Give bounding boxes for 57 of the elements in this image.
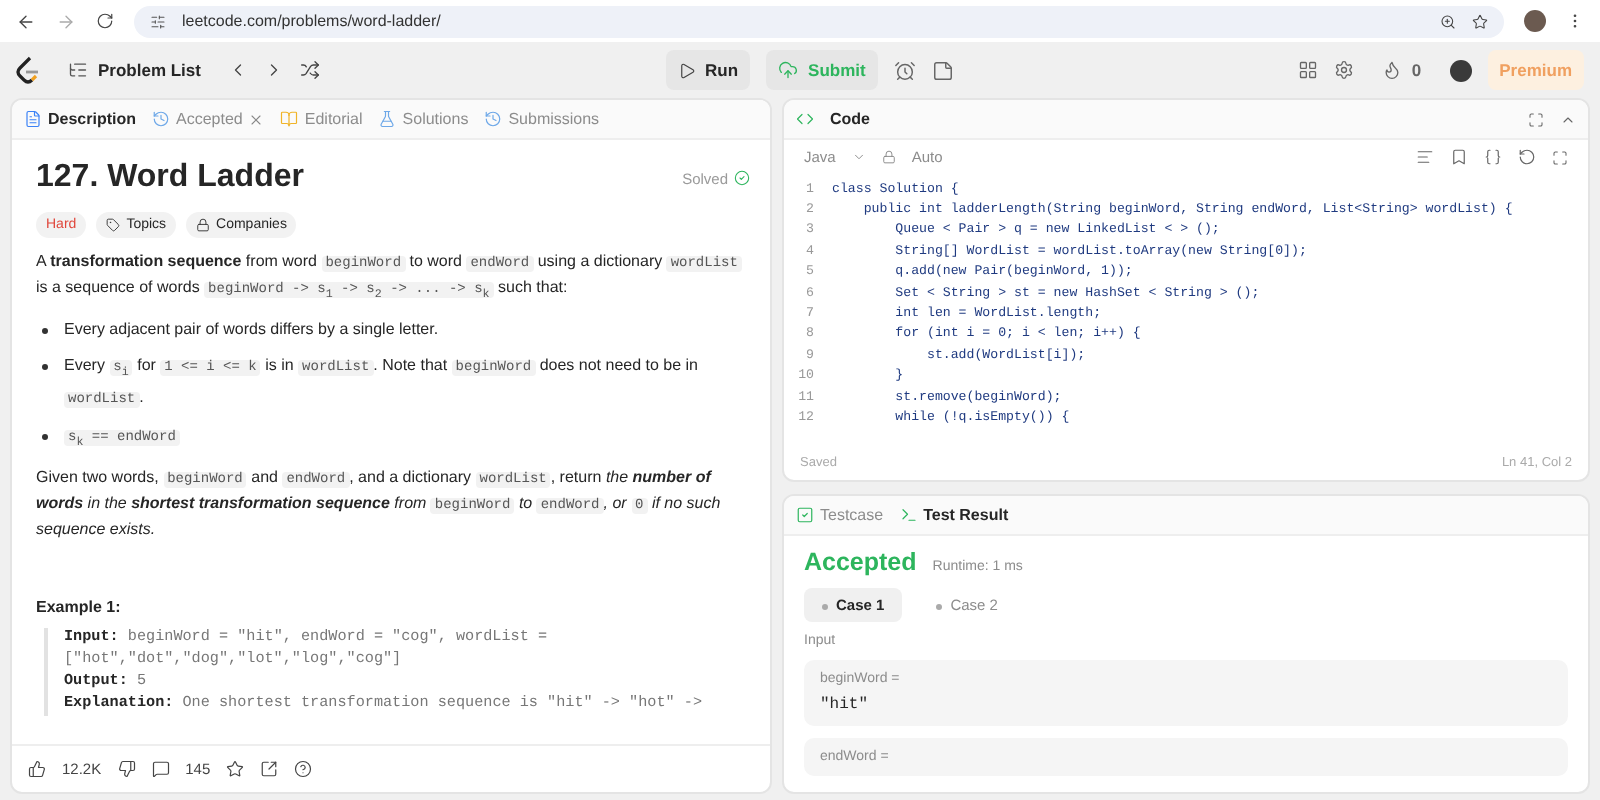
bookmark-icon[interactable]: [1450, 148, 1468, 166]
terminal-icon: [899, 506, 918, 524]
flask-icon: [378, 110, 397, 128]
format-icon[interactable]: [1416, 148, 1434, 166]
close-icon[interactable]: [248, 111, 265, 127]
list-icon: [68, 60, 88, 80]
alarm-clock-icon[interactable]: [893, 59, 916, 81]
lock-icon: [881, 150, 896, 164]
history-icon: [152, 110, 171, 128]
panel-tab[interactable]: Accepted: [152, 110, 265, 128]
book-icon: [280, 110, 299, 128]
back-icon[interactable]: [16, 11, 36, 31]
reload-icon[interactable]: [96, 12, 114, 30]
panel-tab[interactable]: Editorial: [280, 110, 363, 128]
star-icon[interactable]: [226, 760, 245, 778]
reset-icon[interactable]: [1518, 148, 1536, 166]
cloud-upload-icon: [778, 60, 799, 80]
problem-list-button[interactable]: Problem List: [56, 50, 213, 90]
panel-tab[interactable]: Submissions: [484, 110, 600, 128]
problem-title: 127. Word Ladder: [36, 160, 304, 196]
share-icon[interactable]: [260, 760, 279, 778]
url-text: leetcode.com/problems/word-ladder/: [182, 12, 441, 30]
bullet-item: Every adjacent pair of words differs by a single letter.: [36, 318, 750, 343]
flame-icon: [1381, 60, 1402, 80]
thumbs-down-icon[interactable]: [117, 760, 136, 778]
check-circle-icon: [734, 170, 750, 186]
note-icon[interactable]: [931, 59, 954, 81]
history-icon: [484, 110, 503, 128]
shuffle-icon[interactable]: [300, 60, 321, 80]
tag-icon: [106, 218, 121, 232]
comment-icon[interactable]: [151, 760, 170, 778]
thumbs-up-icon[interactable]: [28, 760, 46, 778]
panel-tab[interactable]: Test Result: [899, 506, 1009, 524]
streak-counter[interactable]: 0: [1369, 50, 1434, 90]
logo-icon[interactable]: [16, 56, 40, 84]
address-bar[interactable]: leetcode.com/problems/word-ladder/: [134, 5, 1504, 37]
code-icon: [796, 110, 814, 128]
play-icon: [677, 61, 696, 79]
panel-tab[interactable]: Solutions: [378, 110, 469, 128]
code-tab[interactable]: Code: [830, 110, 870, 128]
settings-icon[interactable]: [1333, 60, 1354, 80]
zoom-icon[interactable]: [1440, 13, 1456, 29]
document-icon: [24, 110, 42, 128]
user-avatar[interactable]: [1449, 59, 1472, 81]
run-button[interactable]: Run: [665, 50, 751, 90]
lock-icon: [196, 218, 211, 232]
profile-avatar[interactable]: [1524, 10, 1546, 32]
help-icon[interactable]: [294, 760, 313, 778]
checkbox-icon: [796, 506, 814, 524]
panel-tab[interactable]: Description: [24, 110, 137, 128]
braces-icon[interactable]: [1484, 148, 1502, 166]
example-heading: Example 1:: [36, 598, 123, 617]
panel-tab[interactable]: Testcase: [796, 506, 884, 524]
layout-grid-icon[interactable]: [1297, 60, 1318, 80]
site-settings-icon: [150, 13, 166, 29]
bookmark-star-icon[interactable]: [1472, 13, 1488, 29]
verdict-text: Accepted: [804, 548, 917, 576]
